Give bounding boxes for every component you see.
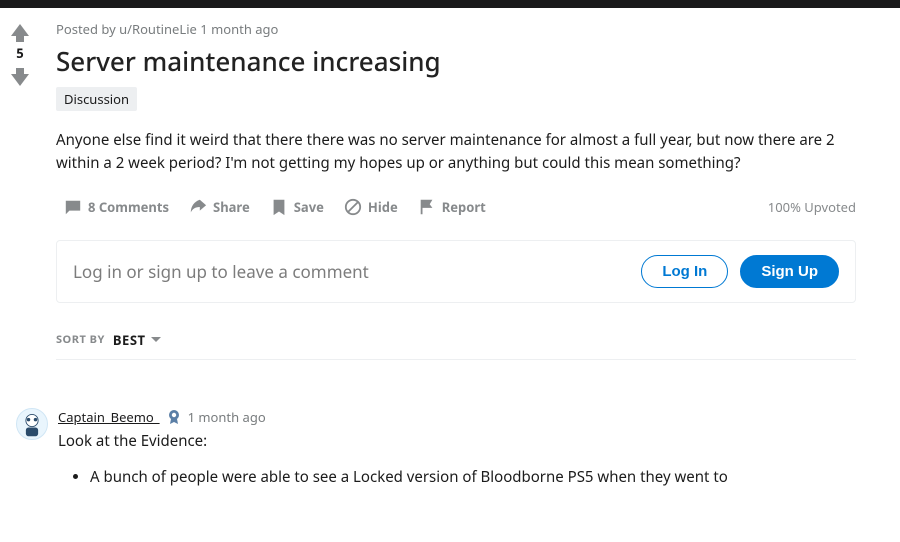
sort-dropdown[interactable]: Best	[113, 331, 162, 349]
share-icon	[189, 198, 207, 216]
post-title: Server maintenance increasing	[56, 46, 856, 77]
action-row: 8 Comments Share Save Hide Report 100% U…	[56, 192, 856, 222]
bookmark-icon	[270, 198, 288, 216]
award-badge-icon[interactable]	[166, 409, 182, 425]
share-button[interactable]: Share	[181, 192, 258, 222]
login-button[interactable]: Log In	[641, 255, 728, 288]
post-age: 1 month ago	[200, 20, 278, 38]
comment-lead: Look at the Evidence:	[58, 430, 856, 453]
login-prompt-text: Log in or sign up to leave a comment	[73, 260, 369, 283]
flag-icon	[418, 198, 436, 216]
chevron-down-icon	[151, 337, 161, 342]
post-body: Anyone else find it weird that there the…	[56, 129, 856, 176]
report-button[interactable]: Report	[410, 192, 494, 222]
sort-value: Best	[113, 331, 146, 349]
posted-by-label: Posted by	[56, 20, 119, 38]
post-score: 5	[16, 44, 23, 62]
comment-author[interactable]: Captain_Beemo_	[58, 408, 160, 426]
comment-age: 1 month ago	[188, 408, 266, 426]
report-label: Report	[442, 198, 486, 216]
hide-icon	[344, 198, 362, 216]
login-prompt: Log in or sign up to leave a comment Log…	[56, 240, 856, 303]
comment-body: Captain_Beemo_ 1 month ago Look at the E…	[58, 408, 856, 497]
signup-button[interactable]: Sign Up	[740, 255, 839, 288]
post-flair[interactable]: Discussion	[56, 87, 137, 111]
comments-label: 8 Comments	[88, 198, 169, 216]
comment-bullet: A bunch of people were able to see a Loc…	[90, 466, 856, 489]
upvoted-percentage: 100% Upvoted	[768, 198, 856, 216]
comments-button[interactable]: 8 Comments	[56, 192, 177, 222]
comment-text: Look at the Evidence: A bunch of people …	[58, 430, 856, 489]
comment-icon	[64, 198, 82, 216]
downvote-icon[interactable]	[11, 74, 29, 86]
avatar-icon	[18, 410, 46, 438]
author-link[interactable]: u/RoutineLie	[119, 20, 197, 38]
upvote-icon[interactable]	[11, 24, 29, 36]
save-button[interactable]: Save	[262, 192, 332, 222]
post-meta: Posted by u/RoutineLie 1 month ago	[56, 20, 856, 38]
save-label: Save	[294, 198, 324, 216]
login-buttons: Log In Sign Up	[641, 255, 839, 288]
top-bar	[0, 0, 900, 8]
hide-label: Hide	[368, 198, 398, 216]
post-main: Posted by u/RoutineLie 1 month ago Serve…	[40, 20, 900, 497]
comment-header: Captain_Beemo_ 1 month ago	[58, 408, 856, 426]
comment: Captain_Beemo_ 1 month ago Look at the E…	[16, 408, 856, 497]
sort-row: Sort by Best	[56, 331, 856, 360]
share-label: Share	[213, 198, 250, 216]
sort-label: Sort by	[56, 332, 105, 347]
post-container: 5 Posted by u/RoutineLie 1 month ago Ser…	[0, 8, 900, 497]
avatar[interactable]	[16, 408, 48, 440]
hide-button[interactable]: Hide	[336, 192, 406, 222]
